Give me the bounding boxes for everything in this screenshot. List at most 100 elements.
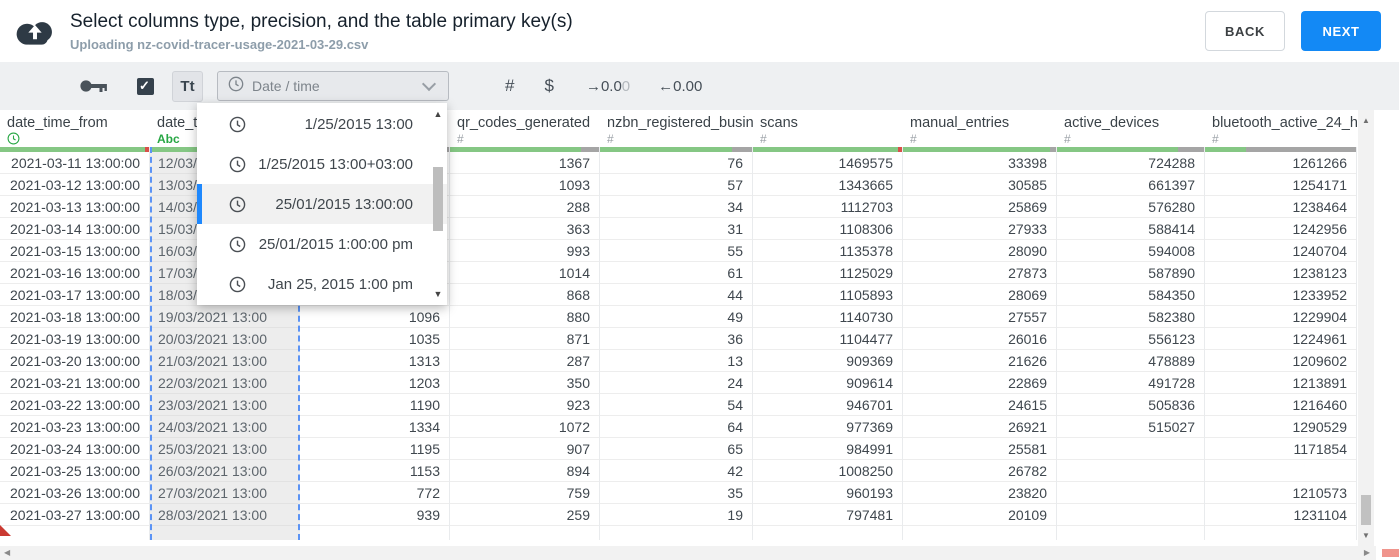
scroll-right-icon[interactable]: ▶: [1364, 546, 1370, 560]
primary-key-icon[interactable]: [80, 79, 107, 93]
column-header[interactable]: manual_entries #: [903, 110, 1057, 147]
table-cell: 960193: [753, 482, 902, 504]
scroll-left-icon[interactable]: ◀: [4, 546, 10, 560]
table-cell: 33398: [903, 152, 1056, 174]
table-cell: 576280: [1057, 196, 1204, 218]
type-menu-item[interactable]: 25/01/2015 1:00:00 pm: [197, 224, 447, 264]
clock-icon: [228, 76, 244, 91]
type-label-hash: #: [457, 132, 464, 146]
table-cell: 22869: [903, 372, 1056, 394]
table-cell: 26016: [903, 328, 1056, 350]
chevron-down-icon: [421, 76, 437, 92]
table-cell: 27933: [903, 218, 1056, 240]
table-cell: 2021-03-26 13:00:00: [0, 482, 149, 504]
table-cell: 31: [600, 218, 752, 240]
menu-scroll-down-icon[interactable]: ▼: [431, 289, 445, 299]
upload-wizard-page: Select columns type, precision, and the …: [0, 0, 1399, 560]
table-cell: 880: [450, 306, 599, 328]
table-cell: 26921: [903, 416, 1056, 438]
numeric-type-button[interactable]: #: [505, 76, 514, 96]
table-cell: 1135378: [753, 240, 902, 262]
table-cell: 2021-03-13 13:00:00: [0, 196, 149, 218]
column-header[interactable]: scans #: [753, 110, 903, 147]
table-cell: 49: [600, 306, 752, 328]
table-cell: 1240704: [1205, 240, 1356, 262]
decrease-decimal-button[interactable]: ←0.00: [658, 78, 702, 95]
type-menu-item[interactable]: 1/25/2015 13:00+03:00: [197, 144, 447, 184]
table-cell: 42: [600, 460, 752, 482]
table-cell: 588414: [1057, 218, 1204, 240]
table-cell: 34: [600, 196, 752, 218]
page-header: Select columns type, precision, and the …: [0, 0, 1399, 62]
table-cell: 907: [450, 438, 599, 460]
table-cell: 1140730: [753, 306, 902, 328]
menu-scroll-thumb[interactable]: [433, 167, 443, 231]
table-cell: 759: [450, 482, 599, 504]
currency-type-button[interactable]: $: [544, 76, 553, 96]
table-cell: 478889: [1057, 350, 1204, 372]
table-cell: 2021-03-25 13:00:00: [0, 460, 149, 482]
table-cell: 1014: [450, 262, 599, 284]
table-cell: 20/03/2021 13:00: [152, 328, 298, 350]
include-column-checkbox[interactable]: [137, 77, 154, 95]
table-cell: 1238464: [1205, 196, 1356, 218]
table-cell: 1210573: [1205, 482, 1356, 504]
table-cell: 1093: [450, 174, 599, 196]
column-header[interactable]: nzbn_registered_busine #: [600, 110, 753, 147]
table-cell: 24/03/2021 13:00: [152, 416, 298, 438]
table-cell: 2021-03-16 13:00:00: [0, 262, 149, 284]
table-cell: 1216460: [1205, 394, 1356, 416]
menu-item-label: Jan 25, 2015 1:00 pm: [267, 275, 413, 293]
table-cell: 1313: [300, 350, 449, 372]
table-cell: 259: [450, 504, 599, 526]
table-cell: 1229904: [1205, 306, 1356, 328]
clock-icon: [229, 156, 246, 172]
table-cell: 1343665: [753, 174, 902, 196]
table-cell: 20109: [903, 504, 1056, 526]
type-menu-item[interactable]: Jan 25, 2015 1:00 pm: [197, 264, 447, 304]
column-body: 33398 30585 25869 27933 28090 27873 28069 27557…: [903, 147, 1057, 540]
column-body: 1261266 1254171 1238464 1242956 1240704 12381…: [1205, 147, 1357, 540]
table-cell: 587890: [1057, 262, 1204, 284]
column-header[interactable]: bluetooth_active_24_hr_ #: [1205, 110, 1357, 147]
table-cell: 22/03/2021 13:00: [152, 372, 298, 394]
table-cell: 556123: [1057, 328, 1204, 350]
table-cell: 584350: [1057, 284, 1204, 306]
text-type-button[interactable]: Tt: [172, 70, 203, 102]
table-cell: 1190: [300, 394, 449, 416]
table-cell: 2021-03-22 13:00:00: [0, 394, 149, 416]
scroll-down-icon[interactable]: ▼: [1358, 531, 1374, 540]
table-cell: 1261266: [1205, 152, 1356, 174]
table-cell: 26782: [903, 460, 1056, 482]
table-cell: 2021-03-11 13:00:00: [0, 152, 149, 174]
table-cell: [300, 526, 449, 540]
page-title: Select columns type, precision, and the …: [70, 10, 573, 32]
clock-icon: [229, 196, 246, 212]
back-button[interactable]: BACK: [1205, 11, 1285, 51]
menu-item-label: 25/01/2015 13:00:00: [275, 195, 413, 213]
table-cell: 65: [600, 438, 752, 460]
column-name: nzbn_registered_busine: [607, 115, 753, 131]
type-label-hash: #: [760, 132, 767, 146]
table-cell: 64: [600, 416, 752, 438]
title-block: Select columns type, precision, and the …: [70, 11, 1205, 52]
column-body: 1367 1093 288 363 993 1014 868 880 871 287 350 923 1…: [450, 147, 600, 540]
table-cell: 2021-03-12 13:00:00: [0, 174, 149, 196]
table-cell: 868: [450, 284, 599, 306]
next-button[interactable]: NEXT: [1301, 11, 1381, 51]
increase-decimal-button[interactable]: →0.00: [586, 78, 630, 95]
type-menu-item[interactable]: 25/01/2015 13:00:00: [197, 184, 447, 224]
table-cell: 24: [600, 372, 752, 394]
menu-scroll-up-icon[interactable]: ▲: [431, 109, 445, 119]
column-header[interactable]: active_devices #: [1057, 110, 1205, 147]
scroll-up-icon[interactable]: ▲: [1358, 116, 1374, 125]
type-dropdown[interactable]: Date / time: [217, 71, 449, 101]
table-cell: [903, 526, 1056, 540]
type-menu-item[interactable]: 1/25/2015 13:00: [197, 104, 447, 144]
column-header[interactable]: date_time_from: [0, 110, 150, 147]
type-format-menu: 1/25/2015 13:00 1/25/2015 13:00+03:00 25/0…: [197, 103, 447, 305]
table-cell: 1334: [300, 416, 449, 438]
table-cell: 1290529: [1205, 416, 1356, 438]
column-header[interactable]: qr_codes_generated #: [450, 110, 600, 147]
vertical-scroll-thumb[interactable]: [1361, 495, 1371, 525]
